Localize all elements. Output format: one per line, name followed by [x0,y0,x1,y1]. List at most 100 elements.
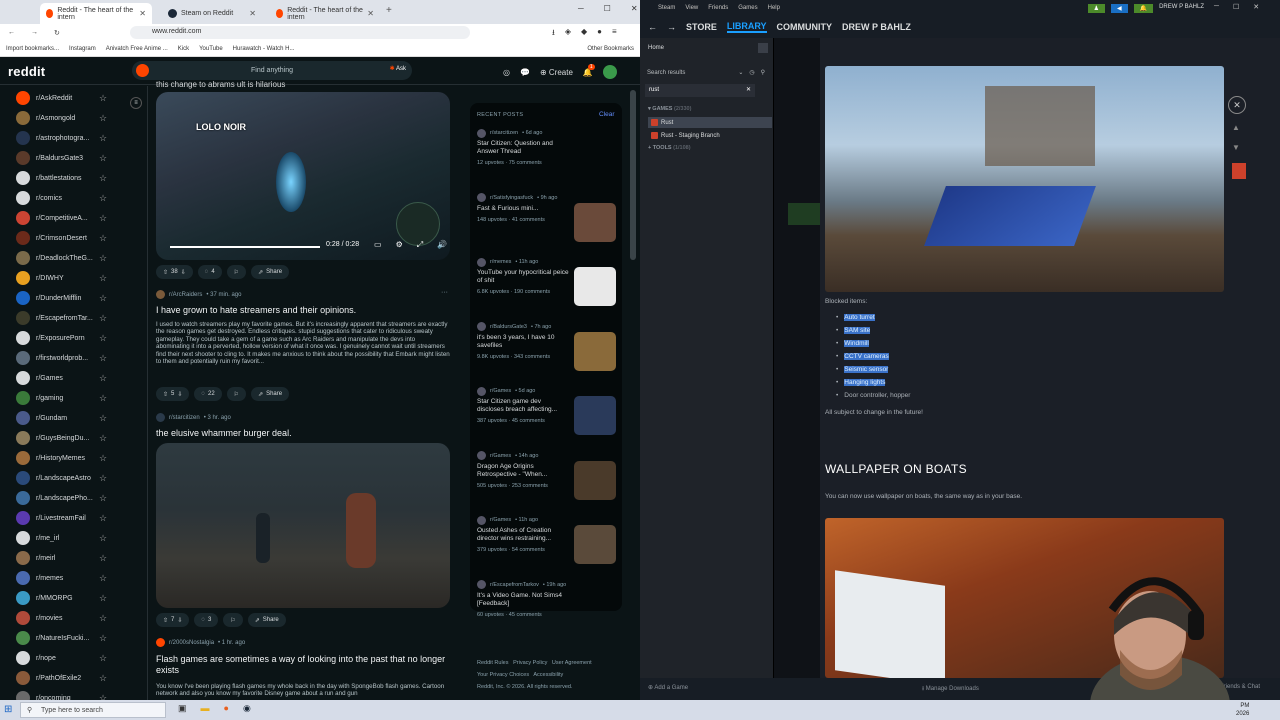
favorite-star-icon[interactable]: ☆ [99,533,107,544]
ask-button[interactable]: ✱ Ask [390,65,406,72]
favorite-star-icon[interactable]: ☆ [99,293,107,304]
sidebar-community-item[interactable]: r/EscapefromTar... ☆ [16,308,144,328]
bookmark-item[interactable]: YouTube [199,46,223,52]
vote-button[interactable]: ⇧ 5 ⇩ [156,387,190,401]
clock-icon[interactable]: ◷ [749,69,754,76]
recent-post-title[interactable]: Star Citizen game dev discloses breach a… [477,398,569,414]
avatar[interactable] [602,65,617,79]
category-tools[interactable]: + TOOLS (1/108) [648,145,691,151]
tab-store[interactable]: STORE [686,22,717,32]
minimize-icon[interactable]: ─ [1214,3,1219,11]
sidebar-community-item[interactable]: r/HistoryMemes ☆ [16,448,144,468]
recent-post-item[interactable]: r/memes • 11h ago YouTube your hypocritica… [477,257,617,306]
recent-post-item[interactable]: r/Games • 11h ago Ousted Ashes of Creation… [477,515,617,564]
footer-link[interactable]: User Agreement [552,660,592,666]
favorite-star-icon[interactable]: ☆ [99,453,107,464]
menu-item[interactable]: Help [768,5,780,11]
recent-post-item[interactable]: r/Games • 5d ago Star Citizen game dev dis… [477,386,617,435]
sidebar-community-item[interactable]: r/Gundam ☆ [16,408,144,428]
menu-item[interactable]: Friends [708,5,728,11]
sidebar-community-item[interactable]: r/LandscapeAstro ☆ [16,468,144,488]
recent-post-title[interactable]: Dragon Age Origins Retrospective - "When… [477,463,569,479]
sidebar-community-item[interactable]: r/CompetitiveA... ☆ [16,208,144,228]
tab-library[interactable]: LIBRARY [726,21,767,33]
grid-icon[interactable] [758,43,768,53]
more-options-icon[interactable]: ··· [441,289,448,296]
sidebar-community-item[interactable]: r/DIWHY ☆ [16,268,144,288]
post-title[interactable]: this change to abrams ult is hilarious [156,80,285,89]
new-tab-icon[interactable]: + [386,5,392,16]
subreddit-name[interactable]: r/Games [490,388,511,394]
browser-tab[interactable]: Reddit - The heart of the intern ✕ [40,3,152,24]
favorite-star-icon[interactable]: ☆ [99,513,107,524]
sidebar-community-item[interactable]: r/gaming ☆ [16,388,144,408]
sidebar-community-item[interactable]: r/MMORPG ☆ [16,588,144,608]
award-button[interactable]: ⚐ [226,387,247,401]
create-button[interactable]: ⊕ Create [540,68,573,77]
sidebar-community-item[interactable]: r/comics ☆ [16,188,144,208]
recent-post-thumbnail[interactable] [574,460,616,500]
sidebar-community-item[interactable]: r/movies ☆ [16,608,144,628]
close-icon[interactable]: ✕ [1253,3,1259,11]
recent-post-title[interactable]: Star Citizen: Question and Answer Thread [477,140,569,156]
recent-post-item[interactable]: r/Satisfyingasfuck • 9h ago Fast & Furious… [477,193,617,242]
favorite-star-icon[interactable]: ☆ [99,613,107,624]
extension-icon[interactable]: ◆ [581,27,587,41]
friends-icon[interactable]: ♟ [1087,3,1105,13]
sidebar-community-item[interactable]: r/nope ☆ [16,648,144,668]
footer-link[interactable]: Accessibility [533,672,563,678]
fullscreen-icon[interactable]: ⤢ [417,240,423,250]
close-icon[interactable]: ✕ [631,4,638,13]
sidebar-community-item[interactable]: r/Games ☆ [16,368,144,388]
volume-icon[interactable]: 🔊 [437,240,447,250]
bookmark-item[interactable]: Other Bookmarks [587,46,634,52]
tab-community[interactable]: COMMUNITY [777,22,833,32]
sidebar-community-item[interactable]: r/PathOfExile2 ☆ [16,668,144,688]
video-progress[interactable] [170,246,320,248]
post-title[interactable]: I have grown to hate streamers and their… [156,305,356,315]
sidebar-community-item[interactable]: r/LivestreamFail ☆ [16,508,144,528]
menu-item[interactable]: View [685,5,698,11]
vote-button[interactable]: ⇧ 7 ⇩ [156,613,190,627]
comments-button[interactable]: ◌ 22 [194,387,222,401]
bookmark-item[interactable]: Hurawatch - Watch H... [233,46,295,52]
recent-post-title[interactable]: it's been 3 years, I have 10 savefiles [477,334,569,350]
favorite-star-icon[interactable]: ☆ [99,233,107,244]
favorite-star-icon[interactable]: ☆ [99,653,107,664]
sidebar-community-item[interactable]: r/GuysBeingDu... ☆ [16,428,144,448]
post-title[interactable]: Flash games are sometimes a way of looki… [156,654,450,676]
post-body[interactable]: I used to watch streamers play my favori… [156,321,450,381]
chat-icon[interactable]: 💬 [520,68,530,77]
clear-button[interactable]: Clear [599,111,615,118]
file-explorer-icon[interactable]: ▬ [201,703,210,714]
favorite-star-icon[interactable]: ☆ [99,433,107,444]
close-icon[interactable]: ✕ [139,9,146,18]
settings-icon[interactable]: ⚙ [396,240,403,250]
task-view-icon[interactable]: ▣ [178,703,187,714]
library-game-item[interactable]: Rust - Staging Branch [648,130,772,141]
recent-post-thumbnail[interactable] [574,331,616,371]
close-icon[interactable]: ✕ [249,9,256,18]
favorite-star-icon[interactable]: ☆ [99,313,107,324]
favorite-star-icon[interactable]: ☆ [99,633,107,644]
subreddit-link[interactable]: r/starcitizen [169,415,200,421]
scroll-down-icon[interactable]: ▼ [1232,143,1240,152]
sidebar-community-item[interactable]: r/LandscapePho... ☆ [16,488,144,508]
vote-button[interactable]: ⇧ 38 ⇩ [156,265,193,279]
sidebar-community-item[interactable]: r/memes ☆ [16,568,144,588]
favorite-star-icon[interactable]: ☆ [99,333,107,344]
share-button[interactable]: ⇗ Share [247,613,286,627]
favorite-star-icon[interactable]: ☆ [99,393,107,404]
sidebar-community-item[interactable]: r/DunderMifflin ☆ [16,288,144,308]
recent-post-item[interactable]: r/EscapefromTarkov • 19h ago It's a Video … [477,580,617,618]
sidebar-community-item[interactable]: r/NatureIsFucki... ☆ [16,628,144,648]
back-icon[interactable]: ← [8,29,15,36]
footer-link[interactable]: Your Privacy Choices [477,672,529,678]
favorite-star-icon[interactable]: ☆ [99,133,107,144]
favorite-star-icon[interactable]: ☆ [99,93,107,104]
clock[interactable]: PM 2026 [1236,702,1249,718]
back-icon[interactable]: ← [648,22,657,32]
library-filter-input[interactable]: rust ✕ [645,84,755,97]
comments-button[interactable]: ◌ 4 [197,265,222,279]
subreddit-name[interactable]: r/Games [490,453,511,459]
